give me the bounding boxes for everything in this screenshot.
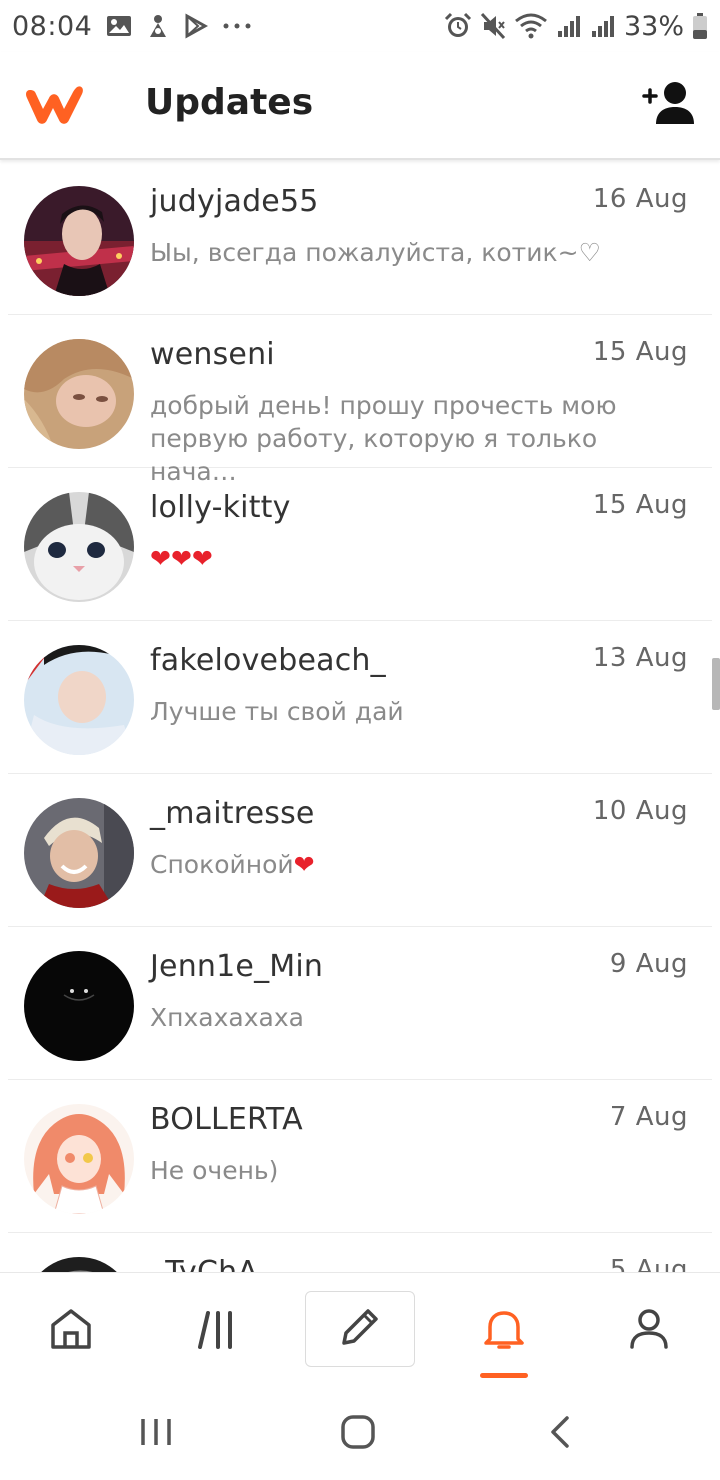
sender-name: _maitresse <box>150 796 315 831</box>
page-title: Updates <box>145 82 314 123</box>
recents-button[interactable] <box>126 1410 186 1458</box>
message-text: Спокойной <box>150 850 294 879</box>
home-circle-icon <box>340 1414 376 1455</box>
sender-name: judyjade55 <box>150 184 319 219</box>
nav-home[interactable] <box>16 1291 126 1371</box>
message-date: 5 Aug <box>609 1255 688 1272</box>
message-row[interactable]: Jenn1e_Min 9 Aug Хпхахахаха <box>8 927 712 1080</box>
gallery-icon <box>106 14 132 38</box>
avatar[interactable] <box>24 1104 134 1214</box>
sender-name: _TyChA <box>150 1255 258 1272</box>
wattpad-logo-icon[interactable] <box>24 80 88 133</box>
message-row[interactable]: fakelovebeach_ 13 Aug Лучше ты свой дай <box>8 621 712 774</box>
battery-icon <box>692 12 708 40</box>
library-icon <box>194 1305 242 1358</box>
message-row[interactable]: BOLLERTA 7 Aug Не очень) <box>8 1080 712 1233</box>
nav-library[interactable] <box>163 1291 273 1371</box>
message-row[interactable]: lolly-kitty 15 Aug ❤❤❤ <box>8 468 712 621</box>
battery-percent: 33% <box>623 10 684 42</box>
sender-name: Jenn1e_Min <box>150 949 324 984</box>
android-nav-bar <box>0 1388 720 1480</box>
signal-icon-1 <box>556 13 582 39</box>
sender-name: BOLLERTA <box>150 1102 303 1137</box>
wifi-icon <box>514 12 548 40</box>
home-icon <box>47 1305 95 1358</box>
message-date: 15 Aug <box>592 490 688 520</box>
signal-icon-2 <box>590 13 616 39</box>
message-row[interactable]: _TyChA 5 Aug <box>8 1233 712 1272</box>
avatar[interactable] <box>24 645 134 755</box>
message-preview: Ыы, всегда пожалуйста, котик~♡ <box>150 238 601 267</box>
message-preview: Лучше ты свой дай <box>150 697 404 726</box>
status-time: 08:04 <box>12 10 93 42</box>
message-preview: Спокойной❤ <box>150 848 690 881</box>
home-button[interactable] <box>328 1410 388 1458</box>
message-row[interactable]: _maitresse 10 Aug Спокойной❤ <box>8 774 712 927</box>
active-tab-indicator <box>480 1373 528 1378</box>
mute-icon <box>480 12 506 40</box>
heart-emoji: ❤ <box>293 850 315 879</box>
message-row[interactable]: wenseni 15 Aug добрый день! прошу прочес… <box>8 315 712 486</box>
message-date: 10 Aug <box>592 796 688 826</box>
avatar[interactable] <box>24 492 134 602</box>
avatar[interactable] <box>24 798 134 908</box>
message-date: 16 Aug <box>592 184 688 214</box>
play-store-icon <box>184 13 209 39</box>
bottom-nav <box>0 1272 720 1388</box>
alarm-icon <box>444 12 472 40</box>
message-date: 13 Aug <box>592 643 688 673</box>
add-friend-icon[interactable] <box>642 80 698 131</box>
message-preview: Не очень) <box>150 1156 279 1185</box>
back-icon <box>545 1414 575 1455</box>
message-preview: ❤❤❤ <box>150 544 213 573</box>
sender-name: lolly-kitty <box>150 490 291 525</box>
scrollbar[interactable] <box>712 658 720 710</box>
more-notifications-icon <box>222 21 252 31</box>
avatar[interactable] <box>24 186 134 296</box>
nav-profile[interactable] <box>594 1291 704 1371</box>
status-bar: 08:04 33% <box>0 0 720 52</box>
recents-icon <box>139 1415 173 1454</box>
message-date: 7 Aug <box>609 1102 688 1132</box>
nav-write[interactable] <box>305 1291 415 1367</box>
avatar[interactable] <box>24 339 134 449</box>
message-date: 15 Aug <box>592 337 688 367</box>
message-row[interactable]: judyjade55 16 Aug Ыы, всегда пожалуйста,… <box>8 162 712 315</box>
avatar[interactable] <box>24 951 134 1061</box>
sender-name: fakelovebeach_ <box>150 643 386 678</box>
nav-notifications[interactable] <box>449 1291 559 1371</box>
message-date: 9 Aug <box>609 949 688 979</box>
sender-name: wenseni <box>150 337 275 372</box>
notifications-icon <box>480 1305 528 1358</box>
message-preview: Хпхахахаха <box>150 1003 304 1032</box>
app-bar: Updates <box>0 52 720 160</box>
avatar[interactable] <box>24 1257 134 1272</box>
app-notification-icon <box>146 13 170 39</box>
profile-icon <box>625 1305 673 1358</box>
message-list[interactable]: judyjade55 16 Aug Ыы, всегда пожалуйста,… <box>0 162 720 1272</box>
back-button[interactable] <box>530 1410 590 1458</box>
write-icon <box>336 1303 384 1356</box>
